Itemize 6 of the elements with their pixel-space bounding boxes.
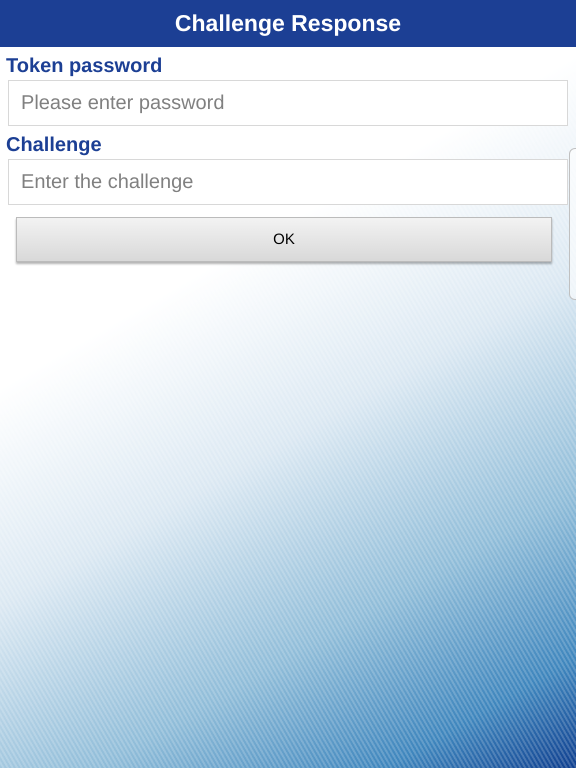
input-field[interactable]: Enter the challenge: [8, 159, 568, 205]
input-field[interactable]: Please enter password: [8, 80, 568, 126]
field-label: Challenge: [6, 134, 103, 156]
ok-button[interactable]: OK: [16, 217, 552, 262]
field-label: Token password: [6, 55, 164, 77]
screen-title: Challenge Response: [174, 10, 402, 37]
